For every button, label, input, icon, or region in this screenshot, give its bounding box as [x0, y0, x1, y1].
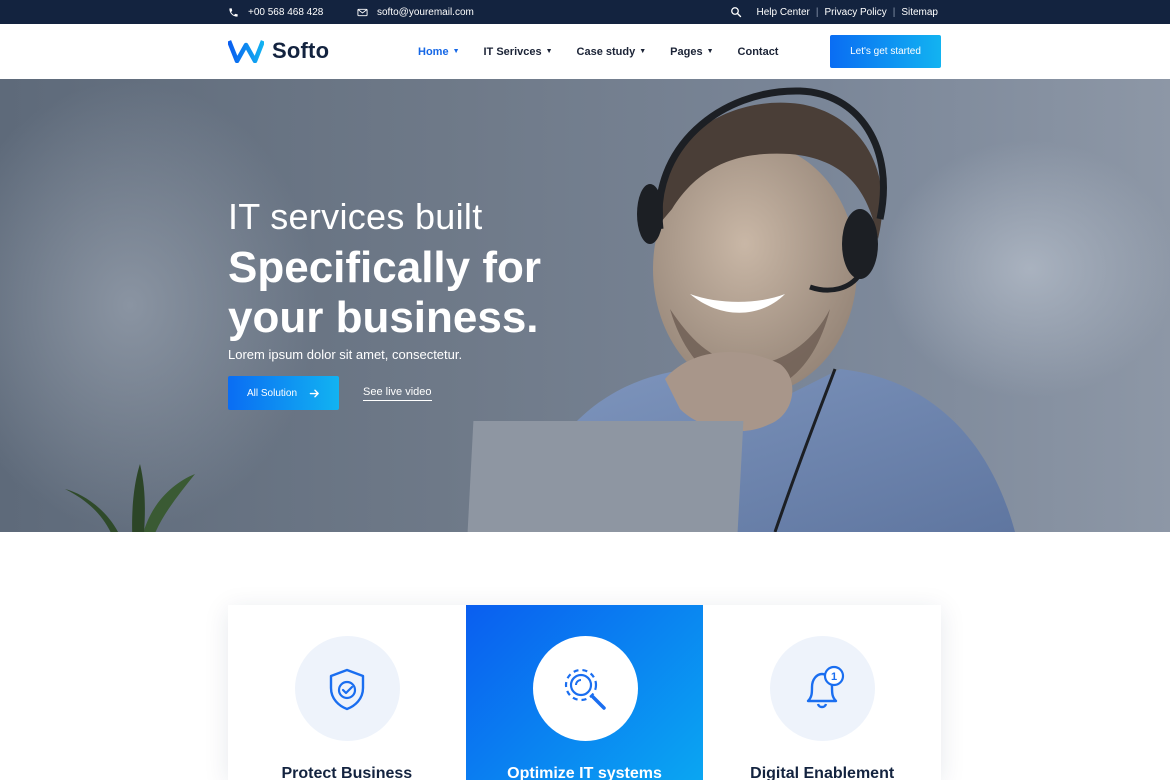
menu-item-case-study[interactable]: Case study ▼	[577, 46, 647, 58]
top-bar: +00 568 468 428 softo@youremail.com Help…	[0, 0, 1170, 24]
caret-down-icon: ▼	[545, 48, 553, 55]
gear-search-icon	[564, 668, 606, 710]
arrow-right-icon	[309, 389, 319, 397]
menu-item-label: IT Serivces	[483, 45, 542, 58]
menu-item-label: Contact	[737, 45, 779, 58]
menu-item-label: Case study	[576, 45, 636, 58]
logo-text: Softo	[272, 38, 330, 63]
link-separator: |	[892, 6, 896, 18]
mail-icon	[357, 8, 368, 16]
hero-actions: All Solution See live video	[228, 376, 432, 410]
service-card-title: Digital Enablement	[750, 765, 895, 780]
menu-item-pages[interactable]: Pages ▼	[670, 46, 713, 58]
top-links: Help Center | Privacy Policy | Sitemap	[730, 0, 938, 24]
menu-item-home[interactable]: Home ▼	[418, 46, 460, 58]
phone-icon	[229, 7, 238, 17]
plant-image	[65, 464, 195, 532]
main-navigation: Softo Home ▼ IT Serivces ▼ Case study ▼ …	[0, 24, 1170, 79]
menu-item-label: Pages	[670, 45, 703, 58]
all-solution-label: All Solution	[246, 387, 298, 399]
email-contact[interactable]: softo@youremail.com	[357, 0, 474, 24]
email-address: softo@youremail.com	[377, 6, 474, 18]
services-cards: Protect Business Optimize IT systems 1 D…	[228, 605, 942, 780]
get-started-button[interactable]: Let's get started	[830, 35, 941, 68]
menu: Home ▼ IT Serivces ▼ Case study ▼ Pages …	[418, 24, 778, 79]
caret-down-icon: ▼	[706, 48, 714, 55]
phone-contact[interactable]: +00 568 468 428	[228, 0, 323, 24]
hero-subtitle: Lorem ipsum dolor sit amet, consectetur.	[228, 347, 463, 362]
hero-section: IT services built Specifically for your …	[0, 79, 1170, 532]
icon-circle	[294, 636, 400, 741]
service-card-title: Protect Business	[281, 765, 413, 780]
privacy-policy-link[interactable]: Privacy Policy	[824, 7, 886, 18]
hero-headline-bold: Specifically for your business.	[228, 243, 542, 342]
site-logo[interactable]: Softo	[228, 38, 329, 64]
laptop-screen-image	[466, 421, 744, 532]
service-card-digital-enablement[interactable]: 1 Digital Enablement	[703, 605, 942, 780]
service-card-optimize-it-systems[interactable]: Optimize IT systems	[465, 605, 704, 780]
search-icon[interactable]	[730, 6, 742, 18]
caret-down-icon: ▼	[639, 48, 647, 55]
menu-item-label: Home	[418, 45, 449, 58]
logo-mark-icon	[228, 40, 264, 63]
hero-headline-light: IT services built	[228, 196, 483, 237]
see-live-video-link[interactable]: See live video	[363, 386, 432, 401]
hero-text: IT services built Specifically for your …	[228, 196, 588, 363]
notification-badge: 1	[831, 671, 837, 683]
shield-check-icon	[330, 668, 365, 710]
bell-notification-icon: 1	[806, 665, 844, 708]
service-card-protect-business[interactable]: Protect Business	[228, 605, 466, 780]
icon-circle	[532, 636, 638, 741]
icon-circle: 1	[770, 636, 876, 741]
menu-item-contact[interactable]: Contact	[738, 46, 779, 58]
phone-number: +00 568 468 428	[248, 6, 324, 18]
all-solution-button[interactable]: All Solution	[228, 376, 339, 410]
link-separator: |	[815, 6, 819, 18]
help-center-link[interactable]: Help Center	[756, 7, 809, 18]
service-card-title: Optimize IT systems	[507, 765, 662, 780]
menu-item-it-services[interactable]: IT Serivces ▼	[484, 46, 553, 58]
caret-down-icon: ▼	[452, 48, 460, 55]
sitemap-link[interactable]: Sitemap	[901, 7, 938, 18]
